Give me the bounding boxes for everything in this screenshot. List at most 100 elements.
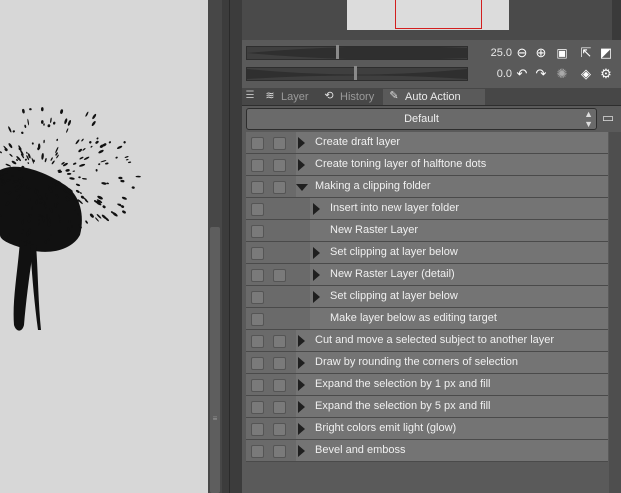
action-row[interactable]: Cut and move a selected subject to anoth…: [246, 330, 608, 352]
dandelion-seed: [5, 163, 12, 167]
expand-triangle-icon[interactable]: [313, 291, 320, 303]
action-row[interactable]: Set clipping at layer below: [246, 242, 608, 264]
rotate-right-icon[interactable]: ↷: [533, 66, 549, 82]
action-enable-checkbox[interactable]: [251, 137, 264, 150]
canvas-scrollbar-thumb[interactable]: [210, 227, 220, 493]
action-enable-checkbox[interactable]: [251, 313, 264, 326]
fit-window-icon[interactable]: ⇱: [578, 45, 594, 61]
rotate-left-icon[interactable]: ↶: [514, 66, 530, 82]
dandelion-seed: [95, 217, 99, 222]
action-row[interactable]: Bright colors emit light (glow): [246, 418, 608, 440]
action-dialog-checkbox[interactable]: [273, 445, 286, 458]
navigator-view-frame[interactable]: [395, 0, 482, 29]
expand-triangle-icon[interactable]: [298, 379, 305, 391]
action-dialog-checkbox[interactable]: [273, 335, 286, 348]
action-row[interactable]: Create draft layer: [246, 132, 608, 154]
action-row[interactable]: Expand the selection by 1 px and fill: [246, 374, 608, 396]
dandelion-seed: [82, 196, 88, 201]
action-enable-checkbox[interactable]: [251, 401, 264, 414]
expand-triangle-icon[interactable]: [298, 401, 305, 413]
dandelion-seed: [75, 139, 80, 145]
dandelion-seed: [83, 156, 90, 160]
expand-triangle-icon[interactable]: [313, 203, 320, 215]
action-enable-checkbox[interactable]: [251, 225, 264, 238]
expand-triangle-icon[interactable]: [298, 335, 305, 347]
expand-triangle-icon[interactable]: [298, 357, 305, 369]
reset-rotation-icon[interactable]: ✺: [554, 66, 570, 82]
expand-triangle-icon[interactable]: [313, 247, 320, 259]
dandelion-seed: [118, 176, 123, 180]
action-row[interactable]: Insert into new layer folder: [246, 198, 608, 220]
zoom-out-icon[interactable]: ⊖: [514, 45, 530, 61]
zoom-in-icon[interactable]: ⊕: [533, 45, 549, 61]
actual-size-icon[interactable]: ▣: [554, 45, 570, 61]
action-enable-checkbox[interactable]: [251, 357, 264, 370]
action-dialog-checkbox[interactable]: [273, 357, 286, 370]
auto-action-set-menu-icon[interactable]: ▭: [599, 110, 617, 126]
action-enable-checkbox[interactable]: [251, 379, 264, 392]
action-row[interactable]: Making a clipping folder: [246, 176, 608, 198]
action-dialog-checkbox[interactable]: [273, 181, 286, 194]
dandelion-seed: [85, 220, 88, 224]
action-row[interactable]: Bevel and emboss: [246, 440, 608, 462]
expand-triangle-icon[interactable]: [298, 137, 305, 149]
flip-horizontal-icon[interactable]: ◩: [598, 45, 614, 61]
action-row[interactable]: New Raster Layer (detail): [246, 264, 608, 286]
action-enable-checkbox[interactable]: [251, 159, 264, 172]
navigator-scrollbar[interactable]: [612, 0, 621, 40]
dandelion-seed: [78, 176, 81, 179]
action-enable-checkbox[interactable]: [251, 291, 264, 304]
expand-triangle-icon[interactable]: [298, 423, 305, 435]
action-row[interactable]: Make layer below as editing target: [246, 308, 608, 330]
list-scrollbar[interactable]: [609, 132, 621, 493]
action-enable-checkbox[interactable]: [251, 181, 264, 194]
rotate-slider-handle[interactable]: [354, 66, 357, 80]
expand-triangle-icon[interactable]: [298, 445, 305, 457]
grip-icon[interactable]: ≡: [211, 412, 219, 426]
expand-triangle-icon[interactable]: [313, 269, 320, 281]
auto-action-set-select[interactable]: Default ▲ ▼: [246, 108, 597, 130]
canvas[interactable]: [0, 0, 208, 493]
action-row[interactable]: New Raster Layer: [246, 220, 608, 242]
zoom-slider[interactable]: [246, 46, 468, 60]
dandelion-seed: [40, 120, 44, 124]
action-dialog-checkbox[interactable]: [273, 269, 286, 282]
action-label: Cut and move a selected subject to anoth…: [315, 334, 555, 346]
action-enable-checkbox[interactable]: [251, 203, 264, 216]
action-dialog-checkbox[interactable]: [273, 379, 286, 392]
action-enable-checkbox[interactable]: [251, 445, 264, 458]
history-icon: ⟲: [324, 90, 334, 102]
action-row[interactable]: Set clipping at layer below: [246, 286, 608, 308]
panel-divider[interactable]: [222, 0, 242, 493]
navigator-settings-icon[interactable]: ⚙: [598, 66, 614, 82]
tab-auto-action[interactable]: ✎ Auto Action: [383, 89, 485, 105]
rotate-slider[interactable]: [246, 67, 468, 81]
collapse-triangle-icon[interactable]: [296, 184, 308, 191]
action-enable-checkbox[interactable]: [251, 335, 264, 348]
expand-triangle-icon[interactable]: [298, 159, 305, 171]
zoom-slider-handle[interactable]: [336, 45, 339, 59]
action-dialog-checkbox[interactable]: [273, 159, 286, 172]
dandelion-seed: [29, 108, 32, 111]
dandelion-seed: [108, 141, 112, 144]
panel-menu-icon[interactable]: ☰: [244, 89, 256, 103]
dandelion-seed: [123, 141, 126, 144]
dandelion-seed: [27, 162, 30, 165]
action-row[interactable]: Expand the selection by 5 px and fill: [246, 396, 608, 418]
flip-vertical-icon[interactable]: ◈: [578, 66, 594, 82]
action-enable-checkbox[interactable]: [251, 423, 264, 436]
dandelion-seed: [131, 186, 135, 189]
action-enable-checkbox[interactable]: [251, 269, 264, 282]
dandelion-seed: [85, 111, 89, 117]
dandelion-seed: [69, 177, 75, 180]
action-enable-checkbox[interactable]: [251, 247, 264, 260]
action-dialog-checkbox[interactable]: [273, 423, 286, 436]
rotate-slider-curve: [247, 69, 467, 79]
dandelion-seed: [105, 162, 109, 165]
action-dialog-checkbox[interactable]: [273, 401, 286, 414]
action-label: Make layer below as editing target: [330, 312, 497, 324]
action-row[interactable]: Draw by rounding the corners of selectio…: [246, 352, 608, 374]
action-label: Insert into new layer folder: [330, 202, 460, 214]
action-dialog-checkbox[interactable]: [273, 137, 286, 150]
action-row[interactable]: Create toning layer of halftone dots: [246, 154, 608, 176]
